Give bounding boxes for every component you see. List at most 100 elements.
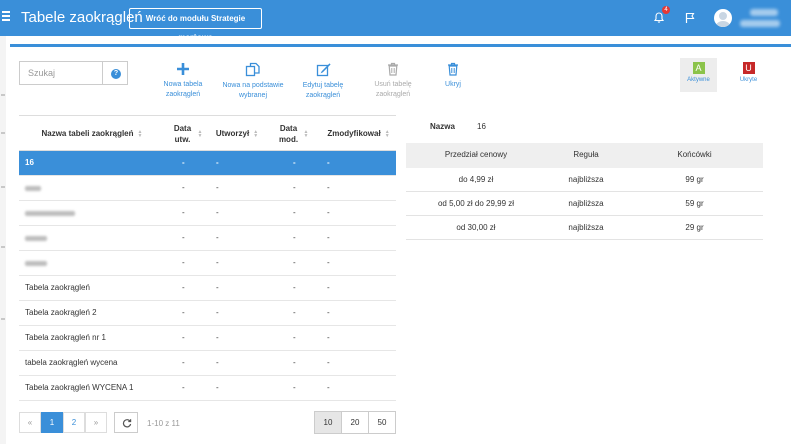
rule-row: od 30,00 zł najbliższa 29 gr [406, 216, 763, 240]
hide-button[interactable]: Ukryj [440, 62, 466, 90]
cell-endings: 59 gr [685, 199, 704, 208]
page-title: Tabele zaokrągleń [21, 9, 143, 26]
pagination-next[interactable]: » [85, 412, 107, 433]
cell-modified: - [293, 283, 296, 292]
cell-modified: - [293, 258, 296, 267]
cell-modifier: - [327, 258, 330, 267]
search-help-button[interactable]: ? [102, 61, 128, 85]
cell-modifier: - [327, 233, 330, 242]
header-divider [10, 44, 791, 47]
table-row[interactable]: 16 - - - - [19, 151, 396, 176]
user-name-redacted [750, 9, 778, 16]
cell-price-range: od 30,00 zł [456, 223, 496, 232]
pagination-page-2[interactable]: 2 [63, 412, 85, 433]
cell-modifier: - [327, 208, 330, 217]
cell-author: - [216, 333, 219, 342]
cell-author: - [216, 208, 219, 217]
column-header-name[interactable]: Nazwa tabeli zaokrągleń ▲ ▼ [19, 116, 165, 151]
back-to-margin-strategies-button[interactable]: Wróć do modułu Strategie marżowe [129, 8, 262, 42]
cell-modifier: - [327, 308, 330, 317]
page-size-10[interactable]: 10 [314, 411, 342, 434]
column-header-modified[interactable]: Data mod. ▲ ▼ [265, 116, 321, 151]
table-row[interactable]: ---- [19, 251, 396, 276]
table-row[interactable]: ---- [19, 201, 396, 226]
table-body: 16 - - - - - - - - - - - - - - - - - - - - Tabela zaokrągleń -… [19, 151, 396, 401]
cell-rule: najbliższa [568, 199, 604, 208]
new-based-on-selected-button[interactable]: Nowa na podstawie wybranej [220, 62, 286, 101]
refresh-icon [122, 419, 132, 428]
redacted-name [25, 211, 75, 216]
pagination-prev[interactable]: « [19, 412, 41, 433]
filter-active[interactable]: A Aktywne [680, 58, 717, 92]
table-row[interactable]: ---- [19, 226, 396, 251]
cell-author: - [216, 233, 219, 242]
cell-modifier: - [327, 333, 330, 342]
edit-icon [316, 63, 331, 77]
cell-author: - [216, 383, 219, 392]
cell-name: Tabela zaokrągleń [25, 283, 90, 292]
pagination-range: 1-10 z 11 [147, 419, 180, 428]
search-input[interactable] [19, 61, 102, 85]
cell-modifier: - [327, 183, 330, 192]
user-role-redacted [740, 20, 780, 27]
table-row[interactable]: tabela zaokrągleń wycena - - - - [19, 351, 396, 376]
cell-rule: najbliższa [568, 175, 604, 184]
copy-icon [245, 62, 260, 77]
top-bar: Tabele zaokrągleń Wróć do modułu Strateg… [0, 0, 791, 42]
cell-modified: - [293, 333, 296, 342]
table-row[interactable]: Tabela zaokrągleń - - - - [19, 276, 396, 301]
refresh-button[interactable] [114, 412, 138, 433]
cell-modified: - [293, 308, 296, 317]
trash-icon [448, 62, 458, 76]
sort-icon: ▲ ▼ [197, 128, 203, 139]
menu-icon[interactable] [2, 11, 10, 23]
table-row[interactable]: Tabela zaokrągleń nr 1 - - - - [19, 326, 396, 351]
column-header-price-range: Przedział cenowy [444, 150, 508, 159]
cell-author: - [216, 358, 219, 367]
cell-modifier: - [327, 383, 330, 392]
table-row[interactable]: ---- [19, 176, 396, 201]
column-header-created[interactable]: Data utw. ▲ ▼ [165, 116, 209, 151]
delete-table-button[interactable]: Usuń tabelę zaokrągleń [370, 62, 416, 100]
table-row[interactable]: Tabela zaokrągleń 2 - - - - [19, 301, 396, 326]
avatar[interactable] [714, 9, 732, 27]
collapsed-sidebar [0, 36, 6, 444]
flag-icon[interactable] [684, 12, 696, 24]
cell-modified: - [293, 383, 296, 392]
cell-modified: - [293, 183, 296, 192]
help-icon: ? [111, 69, 121, 79]
rounding-rules-table: Przedział cenowy Reguła Końcówki do 4,99… [406, 143, 763, 240]
column-header-author[interactable]: Utworzył ▲ ▼ [209, 116, 265, 151]
pagination-page-1[interactable]: 1 [41, 412, 63, 433]
notification-badge: 4 [662, 6, 670, 14]
cell-created: - [182, 308, 185, 317]
cell-name: Tabela zaokrągleń WYCENA 1 [25, 383, 134, 392]
filter-hidden[interactable]: U Ukryte [730, 58, 767, 92]
new-table-button[interactable]: Nowa tabela zaokrągleń [160, 62, 206, 100]
page-size-50[interactable]: 50 [368, 411, 396, 434]
page-size-20[interactable]: 20 [341, 411, 369, 434]
cell-created: - [182, 183, 185, 192]
cell-modifier: - [327, 283, 330, 292]
cell-price-range: od 5,00 zł do 29,99 zł [437, 199, 515, 208]
rounding-tables-table: Nazwa tabeli zaokrągleń ▲ ▼ Data utw. ▲ ▼ Ut… [19, 115, 396, 401]
edit-table-button[interactable]: Edytuj tabelę zaokrągleń [300, 62, 346, 101]
column-header-modifier[interactable]: Zmodyfikował ▲ ▼ [321, 116, 396, 151]
cell-name: tabela zaokrągleń wycena [25, 358, 118, 367]
table-row[interactable]: Tabela zaokrągleń WYCENA 1 - - - - [19, 376, 396, 401]
bell-icon[interactable] [653, 12, 665, 24]
cell-name: 16 [25, 158, 34, 167]
cell-created: - [182, 358, 185, 367]
cell-price-range: do 4,99 zł [458, 175, 494, 184]
redacted-name [25, 186, 41, 191]
plus-icon [177, 63, 189, 75]
cell-name: Tabela zaokrągleń 2 [25, 308, 97, 317]
rule-row: od 5,00 zł do 29,99 zł najbliższa 59 gr [406, 192, 763, 216]
redacted-name [25, 261, 47, 266]
cell-created: - [182, 383, 185, 392]
redacted-name [25, 236, 47, 241]
cell-author: - [216, 258, 219, 267]
cell-modified: - [293, 158, 296, 167]
cell-created: - [182, 258, 185, 267]
sort-icon: ▲ ▼ [303, 128, 309, 139]
